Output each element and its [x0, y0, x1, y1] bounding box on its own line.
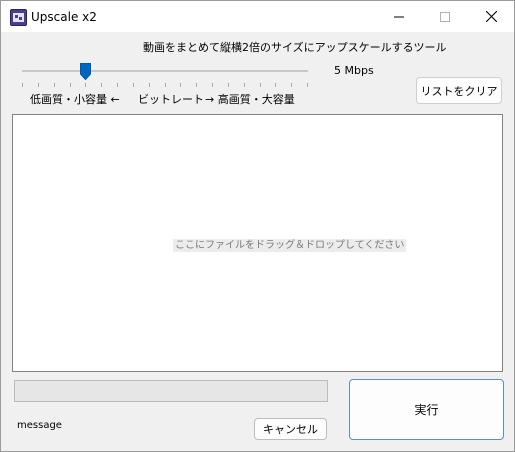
- progress-bar: [14, 380, 328, 402]
- bitrate-label: ビットレート: [138, 93, 204, 106]
- slider-tick: [291, 83, 292, 87]
- slider-tick: [260, 83, 261, 87]
- clear-list-button[interactable]: リストをクリア: [416, 77, 502, 104]
- minimize-icon: [394, 16, 404, 17]
- app-icon: [10, 9, 27, 26]
- slider-tick: [85, 83, 86, 87]
- slider-tick: [22, 83, 23, 87]
- slider-tick: [165, 83, 166, 87]
- slider-tick: [70, 83, 71, 87]
- slider-tick: [212, 83, 213, 87]
- file-drop-zone[interactable]: ここにファイルをドラッグ＆ドロップしてください: [12, 114, 503, 372]
- cancel-button[interactable]: キャンセル: [254, 418, 327, 440]
- slider-tick: [244, 83, 245, 87]
- close-button[interactable]: [468, 1, 514, 32]
- bitrate-slider-track[interactable]: [22, 70, 308, 72]
- bitrate-value: 5 Mbps: [334, 64, 374, 77]
- slider-tick: [228, 83, 229, 87]
- maximize-icon: [440, 11, 450, 22]
- high-quality-label: → 高画質・大容量: [205, 93, 295, 106]
- title-bar[interactable]: Upscale x2: [1, 1, 514, 32]
- bitrate-slider-thumb[interactable]: [79, 63, 91, 81]
- tool-description: 動画をまとめて縦横2倍のサイズにアップスケールするツール: [143, 41, 447, 54]
- app-window: Upscale x2 動画をまとめて縦横2倍のサイズにアップスケールするツール …: [0, 0, 515, 452]
- maximize-button[interactable]: [422, 1, 468, 32]
- slider-tick: [180, 83, 181, 87]
- close-icon: [485, 11, 497, 22]
- slider-tick: [133, 83, 134, 87]
- drop-hint: ここにファイルをドラッグ＆ドロップしてください: [173, 239, 407, 252]
- slider-tick: [196, 83, 197, 87]
- slider-tick: [117, 83, 118, 87]
- run-button[interactable]: 実行: [349, 379, 504, 440]
- slider-tick: [307, 83, 308, 87]
- status-message: message: [17, 420, 62, 431]
- window-title: Upscale x2: [31, 10, 97, 24]
- slider-tick: [275, 83, 276, 87]
- slider-tick: [101, 83, 102, 87]
- low-quality-label: 低画質・小容量 ←: [30, 93, 120, 106]
- slider-ticks: [22, 83, 308, 88]
- slider-tick: [38, 83, 39, 87]
- slider-tick: [149, 83, 150, 87]
- minimize-button[interactable]: [376, 1, 422, 32]
- slider-tick: [54, 83, 55, 87]
